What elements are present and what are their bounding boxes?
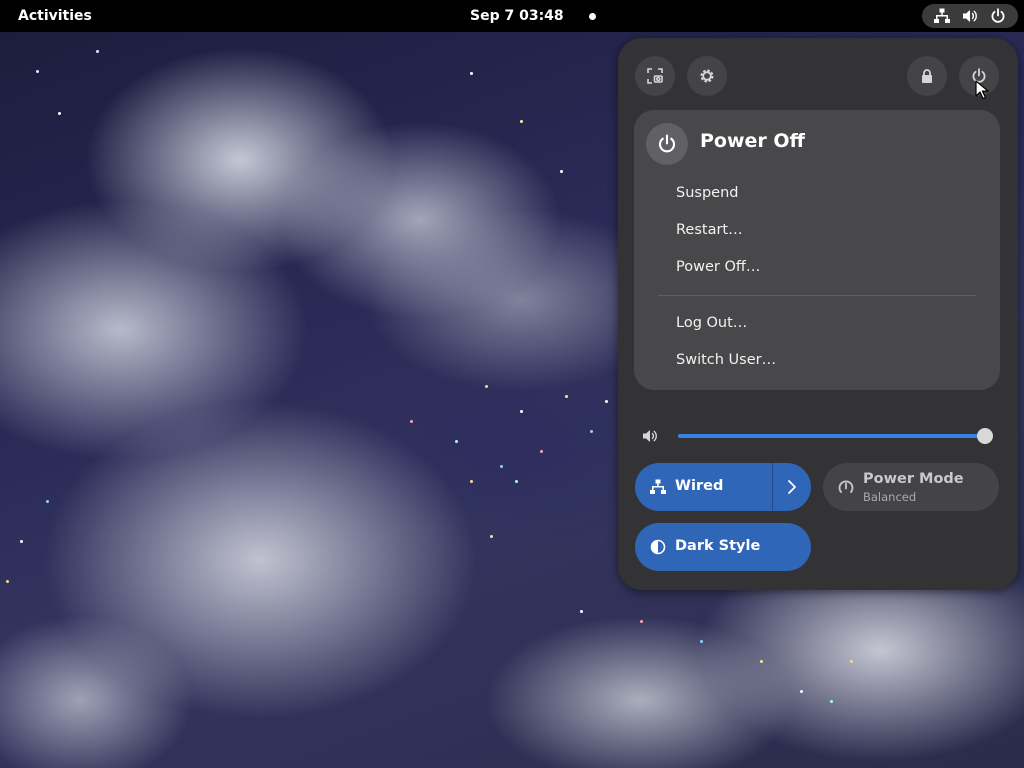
top-bar: Activities Sep 7 03:48 (0, 0, 1024, 32)
system-tray-button[interactable] (922, 4, 1018, 28)
menu-separator (658, 295, 976, 296)
screenshot-button[interactable] (635, 56, 675, 96)
activities-button[interactable]: Activities (8, 4, 102, 28)
volume-slider-handle[interactable] (977, 428, 993, 444)
notification-dot-icon (588, 12, 596, 20)
wallpaper-star (58, 112, 61, 115)
power-off-header-icon (646, 123, 688, 165)
wallpaper-star (520, 120, 523, 123)
network-wired-icon (934, 8, 950, 24)
dark-style-toggle[interactable]: Dark Style (635, 523, 811, 571)
volume-slider-fill (678, 434, 984, 438)
power-icon (990, 8, 1006, 24)
wallpaper-star (850, 660, 853, 663)
wallpaper-star (640, 620, 643, 623)
quick-settings-panel: Power Off Suspend Restart… Power Off… Lo… (618, 38, 1018, 590)
volume-icon (962, 8, 978, 24)
wallpaper-star (96, 50, 99, 53)
wallpaper-star (760, 660, 763, 663)
power-off-menu-item[interactable]: Power Off… (662, 252, 982, 282)
volume-slider[interactable] (678, 434, 984, 438)
wallpaper-star (6, 580, 9, 583)
wallpaper-star (565, 395, 568, 398)
wallpaper-star (485, 385, 488, 388)
dark-style-label: Dark Style (675, 538, 761, 554)
wallpaper-star (830, 700, 833, 703)
mouse-cursor-icon (975, 80, 989, 104)
clock-label: Sep 7 03:48 (470, 8, 564, 24)
wired-submenu-button[interactable] (772, 463, 812, 511)
lock-screen-button[interactable] (907, 56, 947, 96)
wallpaper-star (800, 690, 803, 693)
wallpaper-star (410, 420, 413, 423)
wallpaper-star (455, 440, 458, 443)
power-off-title: Power Off (700, 130, 805, 152)
power-off-submenu: Power Off Suspend Restart… Power Off… Lo… (634, 110, 1000, 390)
wallpaper-star (46, 500, 49, 503)
wallpaper-star (470, 72, 473, 75)
power-mode-toggle[interactable]: Power Mode Balanced (823, 463, 999, 511)
volume-icon[interactable] (642, 428, 658, 448)
restart-menu-item[interactable]: Restart… (662, 215, 982, 245)
suspend-menu-item[interactable]: Suspend (662, 178, 982, 208)
wallpaper-star (490, 535, 493, 538)
wallpaper-star (520, 410, 523, 413)
wallpaper-star (20, 540, 23, 543)
wallpaper-star (605, 400, 608, 403)
switch-user-menu-item[interactable]: Switch User… (662, 345, 982, 375)
wallpaper-star (500, 465, 503, 468)
wallpaper-star (470, 480, 473, 483)
power-mode-subtitle: Balanced (863, 490, 917, 504)
power-mode-label: Power Mode (863, 471, 964, 487)
wallpaper-star (580, 610, 583, 613)
wallpaper-star (540, 450, 543, 453)
wallpaper-star (560, 170, 563, 173)
dark-style-icon (650, 539, 666, 559)
network-wired-icon (650, 479, 666, 499)
log-out-menu-item[interactable]: Log Out… (662, 308, 982, 338)
wired-toggle[interactable]: Wired (635, 463, 811, 511)
wired-label: Wired (675, 478, 724, 494)
wallpaper-star (36, 70, 39, 73)
clock-button[interactable]: Sep 7 03:48 (460, 4, 606, 28)
wallpaper-star (700, 640, 703, 643)
wallpaper-star (515, 480, 518, 483)
power-profile-icon (838, 479, 854, 499)
wallpaper-star (590, 430, 593, 433)
settings-button[interactable] (687, 56, 727, 96)
